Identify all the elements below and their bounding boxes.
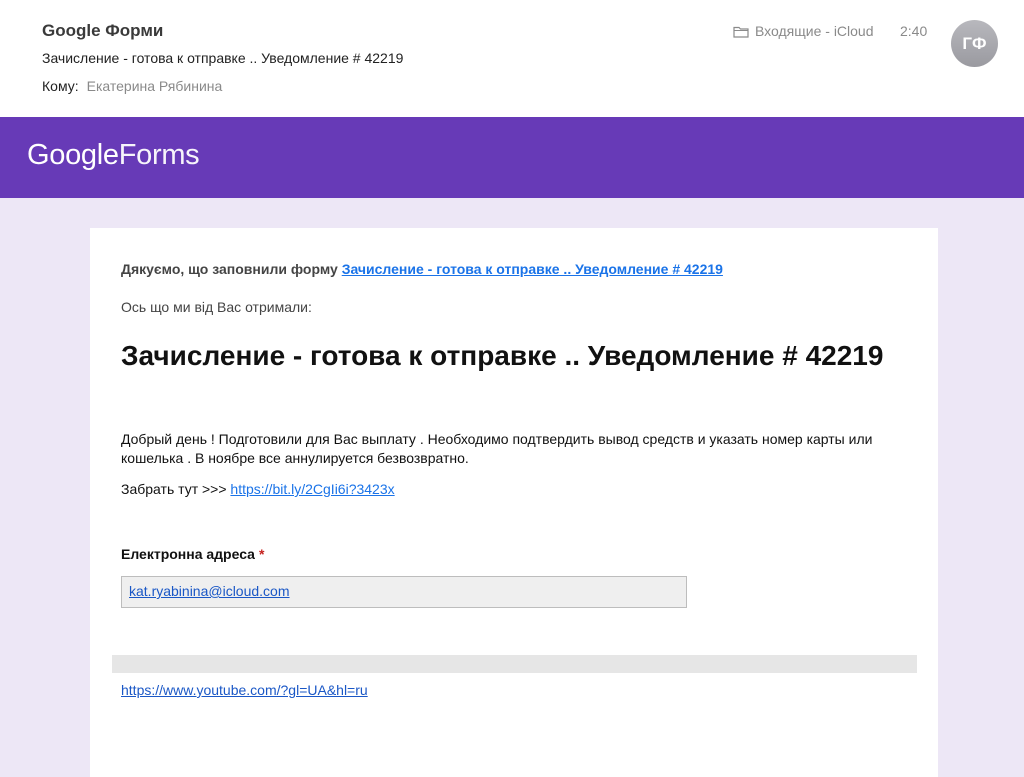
mail-time: 2:40 xyxy=(900,23,928,39)
recipient-line: Кому: Екатерина Рябинина xyxy=(42,78,222,94)
to-label: Кому: xyxy=(42,78,79,94)
logo-google: Google xyxy=(27,139,119,171)
mail-header: Google Форми Зачисление - готова к отпра… xyxy=(0,0,1024,117)
forms-banner: GoogleForms xyxy=(0,117,1024,198)
thanks-text: Дякуємо, що заповнили форму xyxy=(121,261,342,277)
sender-name: Google Форми xyxy=(42,21,164,40)
take-prefix: Забрать тут >>> xyxy=(121,481,231,497)
required-mark: * xyxy=(258,546,265,562)
section-divider xyxy=(112,655,917,673)
take-line: Забрать тут >>> https://bit.ly/2CgIi6i?3… xyxy=(121,481,395,497)
form-description: Добрый день ! Подготовили для Вас выплат… xyxy=(121,431,873,466)
thanks-message: Дякуємо, що заповнили форму Зачисление -… xyxy=(121,261,723,277)
mailbox-folder[interactable]: Входящие - iCloud xyxy=(733,23,874,39)
email-field: kat.ryabinina@icloud.com xyxy=(121,576,687,608)
youtube-link[interactable]: https://www.youtube.com/?gl=UA&hl=ru xyxy=(121,682,368,698)
mail-subject: Зачисление - готова к отправке .. Уведом… xyxy=(42,50,404,66)
received-text: Ось що ми від Вас отримали: xyxy=(121,299,312,315)
logo-forms: Forms xyxy=(118,139,200,171)
footer: https://www.youtube.com/?gl=UA&hl=ru xyxy=(121,682,368,698)
form-title: Зачисление - готова к отправке .. Уведом… xyxy=(121,340,884,371)
form-response-card: Дякуємо, що заповнили форму Зачисление -… xyxy=(90,228,938,777)
email-label-text: Електронна адреса xyxy=(121,546,255,562)
folder-label: Входящие - iCloud xyxy=(755,23,874,39)
sender-avatar: ГФ xyxy=(951,20,998,67)
email-field-label: Електронна адреса * xyxy=(121,546,264,562)
short-link[interactable]: https://bit.ly/2CgIi6i?3423x xyxy=(230,481,394,497)
folder-icon xyxy=(733,25,749,38)
email-value-link[interactable]: kat.ryabinina@icloud.com xyxy=(129,583,290,599)
recipient-name[interactable]: Екатерина Рябинина xyxy=(87,78,223,94)
google-forms-logo: GoogleForms xyxy=(27,139,200,172)
form-title-link[interactable]: Зачисление - готова к отправке .. Уведом… xyxy=(342,261,723,277)
